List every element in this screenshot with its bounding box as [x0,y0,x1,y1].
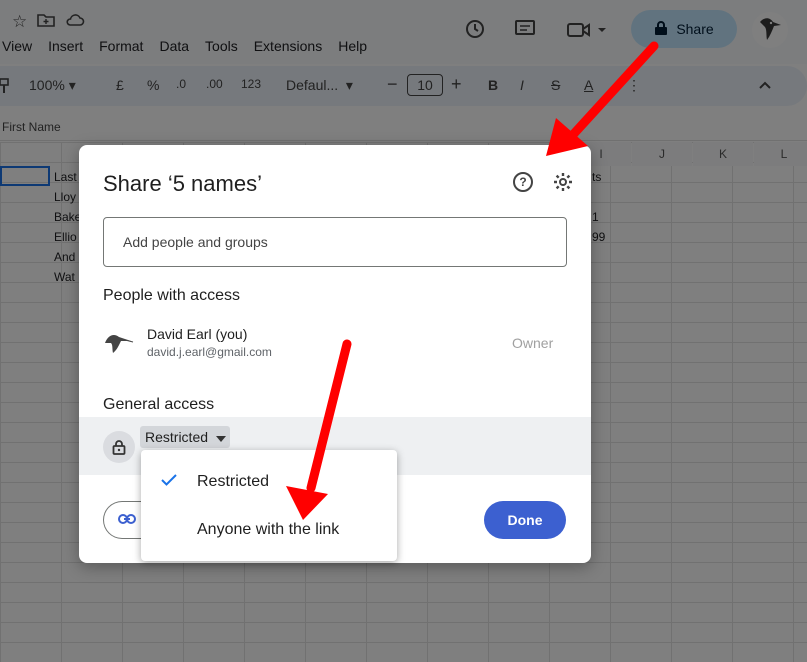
access-dropdown-menu: Restricted Anyone with the link [141,450,397,561]
done-button[interactable]: Done [484,501,566,539]
option-anyone-with-link[interactable]: Anyone with the link [141,508,397,552]
option-restricted[interactable]: Restricted [141,460,397,504]
people-with-access-heading: People with access [103,287,240,304]
add-people-input[interactable] [103,217,567,267]
check-icon [159,470,179,495]
help-icon[interactable]: ? [513,172,533,192]
person-email: david.j.earl@gmail.com [147,345,272,359]
avatar [103,327,135,359]
option-label: Anyone with the link [197,521,340,538]
general-access-select[interactable]: Restricted [140,426,231,448]
general-access-heading: General access [103,396,215,413]
dialog-title: Share ‘5 names’ [103,171,262,196]
lock-icon [103,431,135,463]
caret-down-icon [216,429,227,445]
person-name: David Earl (you) [147,326,248,342]
link-icon [118,511,136,529]
access-value: Restricted [145,429,209,445]
person-role: Owner [512,335,554,351]
gear-icon[interactable] [553,172,573,196]
option-label: Restricted [197,473,270,490]
